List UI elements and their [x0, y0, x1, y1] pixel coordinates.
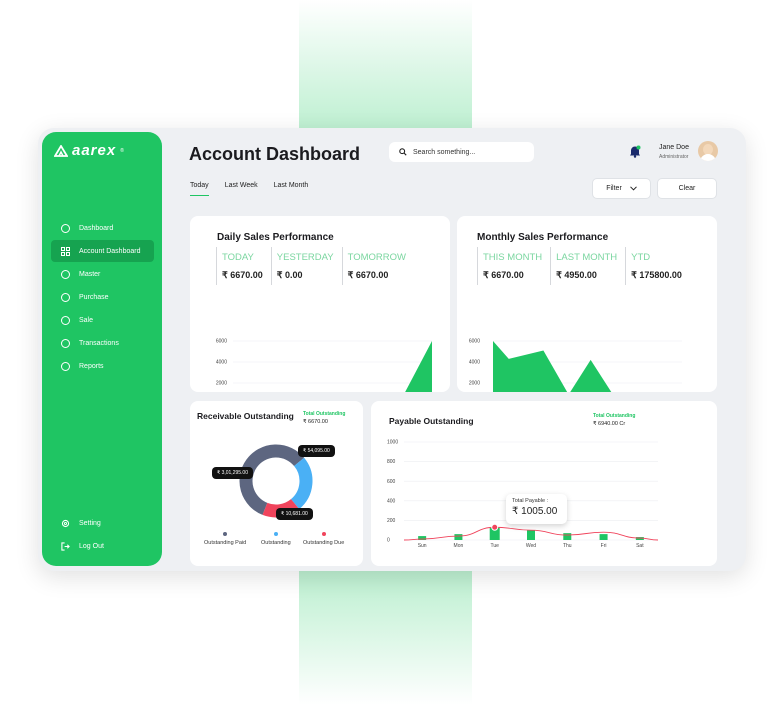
- sidebar-item-label: Purchase: [79, 293, 109, 301]
- y-tick-label: 800: [387, 459, 396, 465]
- legend-label: Outstanding: [261, 540, 291, 546]
- y-tick-label: 200: [387, 518, 396, 524]
- circle-icon: [61, 269, 70, 279]
- logout-icon: [61, 541, 70, 551]
- y-tick-label: 2000: [216, 381, 227, 387]
- circle-icon: [61, 292, 70, 302]
- sidebar-item-logout[interactable]: Log Out: [51, 535, 154, 557]
- grid-icon: [61, 246, 70, 256]
- sidebar-item-sale[interactable]: Sale: [51, 309, 154, 331]
- app-window: aarex ® Dashboard Account Dashboard Mast…: [38, 128, 746, 571]
- bar: [454, 534, 463, 540]
- donut-slice: [290, 457, 313, 510]
- gear-icon: [61, 519, 70, 527]
- sidebar-item-label: Log Out: [79, 542, 104, 550]
- y-tick-label: 400: [387, 498, 396, 504]
- x-tick-label: Sun: [418, 543, 427, 549]
- sidebar-item-reports[interactable]: Reports: [51, 355, 154, 377]
- sidebar-bottom-nav: Setting Log Out: [51, 512, 154, 558]
- y-tick-label: 1000: [387, 440, 398, 446]
- registered-mark: ®: [120, 147, 124, 154]
- sidebar-item-dashboard[interactable]: Dashboard: [51, 217, 154, 239]
- filter-label: Filter: [606, 185, 622, 192]
- tooltip-label: Total Payable :: [512, 498, 549, 504]
- x-tick-label: Thu: [563, 543, 572, 549]
- highlight-point: [491, 523, 499, 531]
- user-role: Administrator: [659, 154, 689, 160]
- x-tick-label: Sat: [636, 543, 644, 549]
- y-tick-label: 6000: [469, 339, 480, 345]
- daily-sales-chart: 02000400060004-4-265-4-266-4-267-4-268-4…: [216, 339, 432, 392]
- search-input[interactable]: Search something...: [389, 142, 534, 162]
- sidebar-item-master[interactable]: Master: [51, 263, 154, 285]
- clear-button[interactable]: Clear: [657, 178, 717, 199]
- y-tick-label: 6000: [216, 339, 227, 345]
- tooltip-value: ₹ 1005.00: [512, 506, 558, 517]
- sidebar-item-label: Sale: [79, 316, 94, 324]
- user-name: Jane Doe: [659, 144, 689, 151]
- sidebar: aarex ® Dashboard Account Dashboard Mast…: [42, 132, 162, 566]
- legend-outstanding-paid: Outstanding Paid: [204, 532, 246, 546]
- legend-outstanding-due: Outstanding Due: [303, 532, 344, 546]
- sidebar-item-label: Reports: [79, 362, 104, 370]
- period-tabs: Today Last Week Last Month: [190, 182, 308, 196]
- brand-logo[interactable]: aarex ®: [54, 142, 124, 159]
- legend-label: Outstanding Paid: [204, 540, 247, 546]
- bell-icon[interactable]: [629, 145, 641, 158]
- circle-icon: [61, 338, 70, 348]
- payable-chart: 0 200 400 600 800 1000 Sun Mon Tue Wed Thu Fri Sat: [387, 440, 659, 549]
- area-series: [493, 341, 612, 392]
- x-tick-label: Tue: [490, 543, 499, 549]
- payable-tooltip: Total Payable : ₹ 1005.00: [506, 494, 567, 524]
- circle-icon: [61, 223, 70, 233]
- y-tick-label: 4000: [216, 360, 227, 366]
- x-tick-label: Wed: [526, 543, 536, 549]
- sidebar-item-setting[interactable]: Setting: [51, 512, 154, 534]
- avatar[interactable]: [698, 141, 718, 161]
- y-tick-label: 4000: [469, 360, 480, 366]
- sidebar-item-label: Transactions: [79, 339, 119, 347]
- sidebar-item-purchase[interactable]: Purchase: [51, 286, 154, 308]
- page-title: Account Dashboard: [189, 144, 361, 164]
- chevron-down-icon: [629, 186, 637, 191]
- bar: [527, 530, 535, 540]
- tab-last-week[interactable]: Last Week: [225, 182, 258, 196]
- payable-outstanding-card: Payable Outstanding Total Outstanding ₹ …: [371, 401, 717, 566]
- tab-today[interactable]: Today: [190, 182, 209, 196]
- label-outstanding: ₹ 54,095.00: [298, 445, 335, 457]
- brand-name: aarex: [72, 142, 117, 159]
- y-tick-label: 0: [387, 538, 390, 544]
- sidebar-item-label: Dashboard: [79, 224, 114, 232]
- legend-label: Outstanding Due: [303, 540, 345, 546]
- x-tick-label: Mon: [454, 543, 464, 549]
- monthly-sales-card: Monthly Sales Performance THIS MONTH ₹ 6…: [457, 216, 717, 392]
- y-tick-label: 600: [387, 479, 396, 485]
- sidebar-item-label: Master: [79, 270, 101, 278]
- logo-icon: [54, 144, 68, 157]
- sidebar-item-transactions[interactable]: Transactions: [51, 332, 154, 354]
- sidebar-item-label: Account Dashboard: [79, 247, 141, 255]
- search-icon: [399, 148, 407, 156]
- daily-sales-card: Daily Sales Performance TODAY ₹ 6670.00 …: [190, 216, 450, 392]
- circle-icon: [61, 315, 70, 325]
- x-tick-label: Fri: [601, 543, 607, 549]
- sidebar-nav: Dashboard Account Dashboard Master Purch…: [51, 217, 154, 378]
- clear-label: Clear: [678, 185, 696, 192]
- label-outstanding-due: ₹ 10,681.00: [276, 508, 313, 520]
- area-series: [405, 341, 432, 392]
- receivable-outstanding-card: Receivable Outstanding Total Outstanding…: [190, 401, 363, 566]
- sidebar-item-account-dashboard[interactable]: Account Dashboard: [51, 240, 154, 262]
- search-placeholder: Search something...: [413, 148, 476, 156]
- filter-dropdown[interactable]: Filter: [592, 178, 651, 199]
- monthly-sales-chart: 0200040006000AprilMayJuneJulyAugustSepte…: [469, 339, 682, 392]
- sidebar-item-label: Setting: [79, 519, 101, 527]
- circle-icon: [61, 361, 70, 371]
- tab-last-month[interactable]: Last Month: [274, 182, 309, 196]
- y-tick-label: 2000: [469, 381, 480, 387]
- bar: [599, 534, 608, 540]
- label-outstanding-paid: ₹ 3,01,295.00: [212, 467, 253, 479]
- bar: [563, 533, 572, 540]
- legend-outstanding: Outstanding: [261, 532, 291, 546]
